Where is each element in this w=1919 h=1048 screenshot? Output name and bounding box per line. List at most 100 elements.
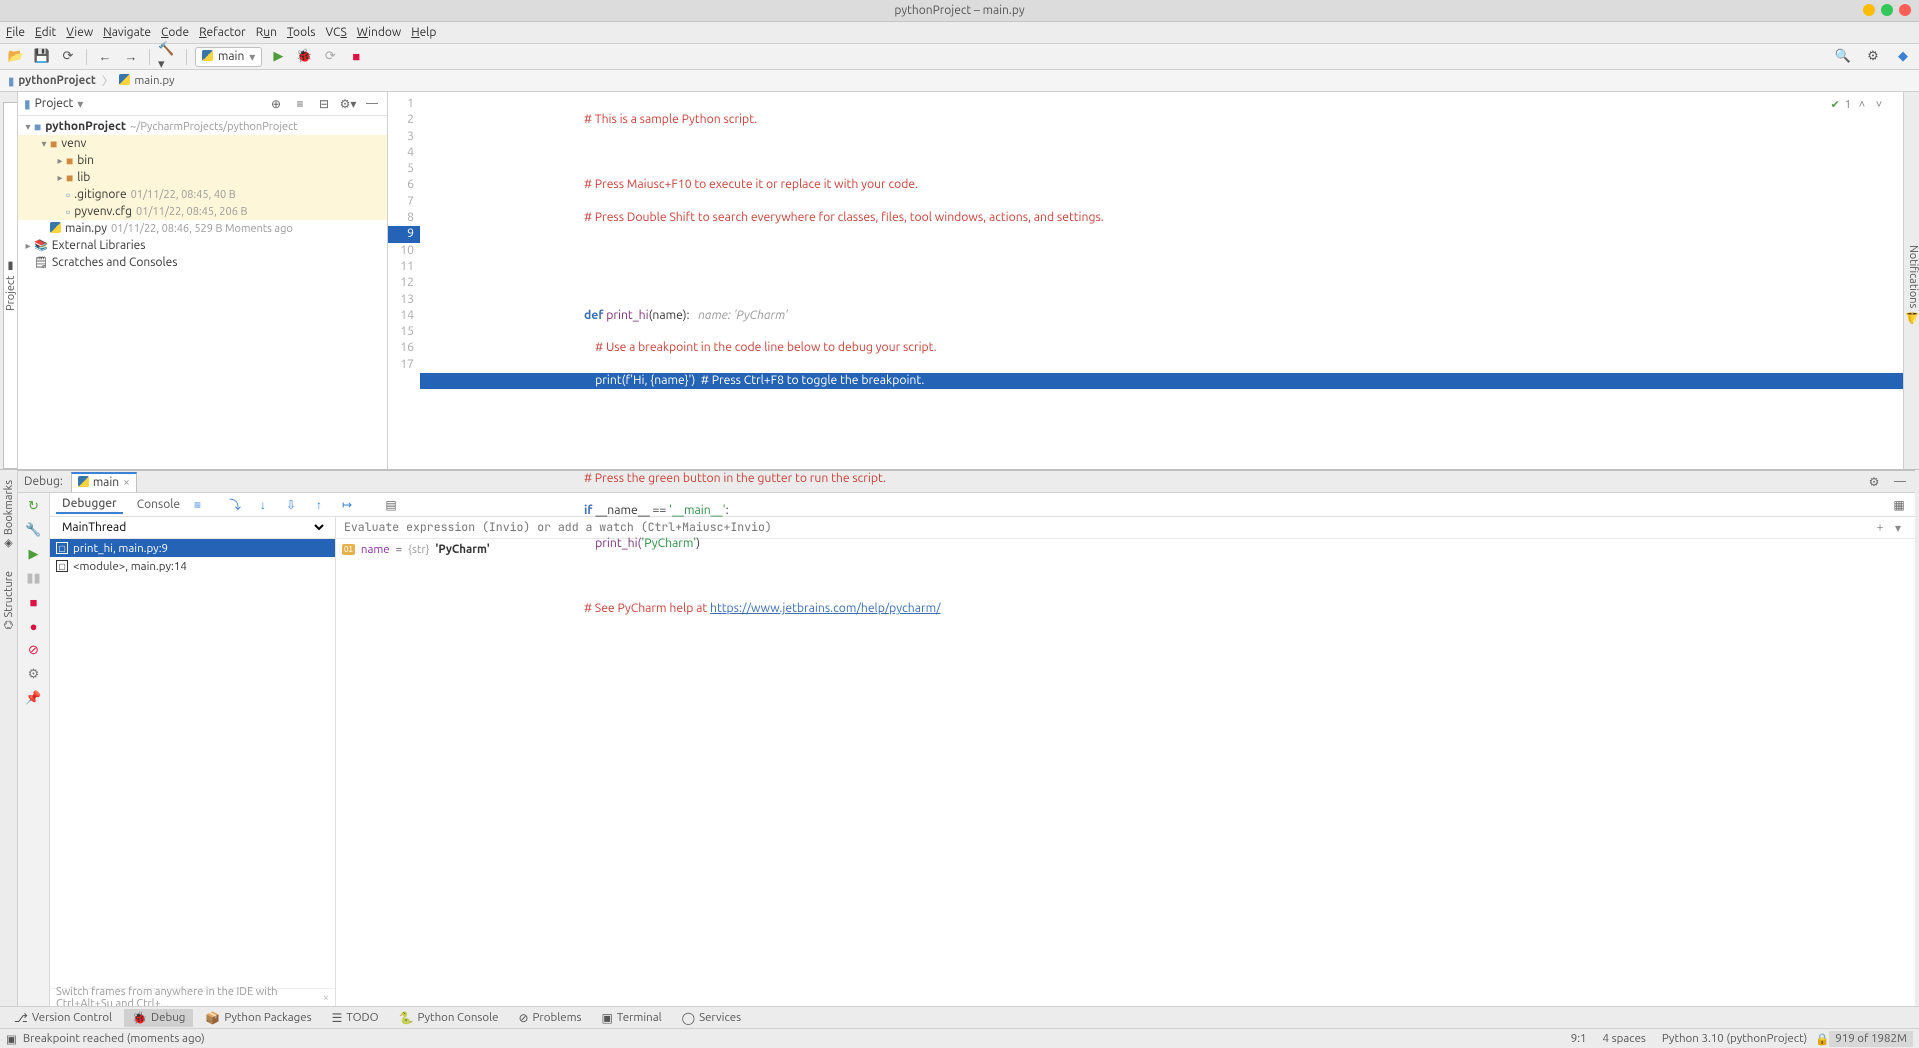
lock-icon[interactable]: 🔒 [1815,1032,1829,1046]
chevron-down-icon[interactable]: ˅ [1873,99,1885,111]
debug-icon[interactable]: 🐞 [294,47,314,67]
menu-navigate[interactable]: Navigate [103,26,151,39]
save-icon[interactable]: 💾 [32,47,52,67]
view-breakpoints-icon[interactable]: ● [25,617,43,635]
maximize-button[interactable] [1881,4,1893,16]
debug-session-tab[interactable]: main × [71,472,137,492]
minimize-button[interactable] [1863,4,1875,16]
todo-tab[interactable]: ☰TODO [324,1009,387,1027]
menu-window[interactable]: Window [357,26,401,39]
editor-gutter[interactable]: 12345678 9 1011121314151617 [388,92,420,469]
tree-lib[interactable]: ▸ ■lib [18,169,387,186]
build-icon[interactable]: 🔨▾ [158,47,178,67]
stop-icon[interactable]: ■ [346,47,366,67]
caret-position[interactable]: 9:1 [1563,1032,1595,1045]
bookmarks-tab[interactable]: ◈ Bookmarks [2,470,15,561]
structure-tab[interactable]: ⌬ Structure [2,561,15,640]
back-icon[interactable]: ← [95,47,115,67]
menu-edit[interactable]: Edit [35,26,56,39]
dropdown-icon[interactable]: ▾ [77,97,83,111]
thread-selector[interactable]: MainThread [50,517,335,539]
pause-icon[interactable]: ▮▮ [25,569,43,587]
problems-tab[interactable]: ⊘Problems [510,1009,589,1027]
stack-frame[interactable]: ▢ <module>, main.py:14 [50,557,335,575]
menu-run[interactable]: Run [256,26,277,39]
refresh-icon[interactable]: ⟳ [58,47,78,67]
editor-problems-widget[interactable]: ✔ 1 ˄ ˅ [1831,98,1885,111]
settings-icon[interactable]: ⚙ [25,665,43,683]
tree-bin[interactable]: ▸ ■bin [18,152,387,169]
chevron-up-icon[interactable]: ˄ [1856,99,1868,111]
memory-indicator[interactable]: 919 of 1982M [1829,1031,1913,1047]
hide-icon[interactable]: — [363,95,381,113]
resume-icon[interactable]: ▶ [25,545,43,563]
close-button[interactable] [1899,4,1911,16]
crumb-project[interactable]: ▮ pythonProject [8,74,96,88]
tree-venv[interactable]: ▾ ■venv [18,135,387,152]
close-icon[interactable]: × [123,476,130,489]
step-out-icon[interactable]: ↑ [309,498,329,512]
status-window-icon[interactable]: ▣ [6,1032,17,1046]
tree-external-libs[interactable]: ▸ External Libraries [18,237,387,254]
todo-icon: ☰ [332,1011,343,1025]
menu-refactor[interactable]: Refactor [199,26,246,39]
terminal-tab[interactable]: ▣Terminal [594,1009,670,1027]
step-into-icon[interactable]: ↓ [253,498,273,512]
project-header: ▮ Project ▾ ⊕ ≡ ⊟ ⚙▾ — [18,92,387,116]
close-icon[interactable]: × [323,992,329,1004]
python-console-tab[interactable]: 🐍Python Console [391,1009,507,1027]
search-icon[interactable]: 🔍 [1833,47,1853,67]
coverage-icon[interactable]: ⟳ [320,47,340,67]
crumb-file[interactable]: main.py [119,74,174,88]
statusbar: ▣ Breakpoint reached (moments ago) 9:1 4… [0,1028,1919,1048]
gear-icon[interactable]: ⚙▾ [339,95,357,113]
threads-icon[interactable]: ≡ [194,498,201,512]
menu-tools[interactable]: Tools [287,26,316,39]
menu-code[interactable]: Code [161,26,189,39]
step-over-icon[interactable]: ⤵ [225,496,245,513]
stop-icon[interactable]: ■ [25,593,43,611]
python-packages-tab[interactable]: 📦Python Packages [197,1009,319,1027]
rerun-icon[interactable]: ↻ [25,497,43,515]
run-config-selector[interactable]: main ▾ [195,47,262,67]
version-control-tab[interactable]: ⎇Version Control [6,1009,120,1027]
window-controls [1863,4,1911,16]
tree-gitignore[interactable]: ▫.gitignore 01/11/22, 08:45, 40 B [18,186,387,203]
modify-icon[interactable]: 🔧 [25,521,43,539]
notifications-tab[interactable]: 🔔 Notifications [1906,245,1919,324]
menu-file[interactable]: File [6,26,25,39]
stack-frame[interactable]: ▢ print_hi, main.py:9 [50,539,335,557]
evaluate-icon[interactable]: ▤ [381,498,401,512]
editor-content[interactable]: # This is a sample Python script. # Pres… [420,92,1903,469]
expand-all-icon[interactable]: ≡ [291,95,309,113]
debug-tab[interactable]: 🐞Debug [124,1009,193,1027]
mute-breakpoints-icon[interactable]: ⊘ [25,641,43,659]
collapse-all-icon[interactable]: ⊟ [315,95,333,113]
tree-scratches[interactable]: Scratches and Consoles [18,254,387,271]
indent-setting[interactable]: 4 spaces [1595,1032,1654,1045]
settings-icon[interactable]: ⚙ [1863,47,1883,67]
project-tree[interactable]: ▾■ pythonProject ~/PycharmProjects/pytho… [18,116,387,469]
code-editor[interactable]: 12345678 9 1011121314151617 # This is a … [388,92,1903,469]
tree-root[interactable]: ▾■ pythonProject ~/PycharmProjects/pytho… [18,118,387,135]
select-opened-icon[interactable]: ⊕ [267,95,285,113]
ide-icon[interactable]: ◆ [1893,47,1913,67]
debugger-subtab[interactable]: Debugger [56,495,123,514]
run-icon[interactable]: ▶ [268,47,288,67]
menu-vcs[interactable]: VCS [325,26,346,39]
console-subtab[interactable]: Console [131,496,186,513]
open-icon[interactable]: 📂 [6,47,26,67]
tree-pyvenv[interactable]: ▫pyvenv.cfg 01/11/22, 08:45, 206 B [18,203,387,220]
forward-icon[interactable]: → [121,47,141,67]
interpreter[interactable]: Python 3.10 (pythonProject) [1654,1032,1815,1045]
project-tab[interactable]: Project ▮ [3,102,17,469]
menu-help[interactable]: Help [411,26,436,39]
pin-icon[interactable]: 📌 [25,689,43,707]
menu-view[interactable]: View [66,26,93,39]
tree-mainpy[interactable]: main.py 01/11/22, 08:46, 529 B Moments a… [18,220,387,237]
run-to-cursor-icon[interactable]: ↦ [337,498,357,512]
frame-icon: ▢ [56,560,68,572]
services-tab[interactable]: ◯Services [674,1009,749,1027]
step-into-my-icon[interactable]: ⇩ [281,498,301,512]
thread-dropdown[interactable]: MainThread [58,520,327,535]
